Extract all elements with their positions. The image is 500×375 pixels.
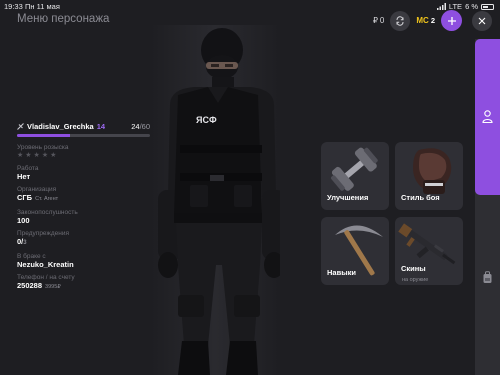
backpack-icon [483, 271, 492, 283]
job-label: Работа [17, 165, 39, 172]
close-icon [478, 17, 486, 25]
add-currency-button[interactable] [441, 10, 462, 31]
job-value: Нет [17, 172, 31, 181]
phone-value: 250288 3995₽ [17, 281, 150, 292]
organization-value: СГБ Ст. Агент [17, 193, 150, 204]
married-label: В браке с [17, 253, 46, 260]
battery-icon [481, 3, 494, 10]
mc-balance: MC 2 [416, 16, 435, 25]
phone-label: Телефон / на счету [17, 274, 75, 281]
phone-number: 250288 [17, 281, 43, 290]
weapon-skins-title: Скины [401, 264, 426, 273]
organization-name: СГБ [17, 193, 33, 202]
page-title: Меню персонажа [17, 13, 110, 25]
weapon-skins-card[interactable]: Скины на оружие [395, 217, 463, 285]
refresh-icon [396, 15, 404, 26]
player-info-panel: Vladislav_Grechka 14 24/60 Уровень розыс… [17, 121, 150, 292]
fight-style-card[interactable]: Стиль боя [395, 142, 463, 210]
close-button[interactable] [472, 11, 492, 31]
rubles-value: 0 [379, 16, 385, 25]
skills-title: Навыки [327, 268, 356, 277]
verified-icon [17, 122, 24, 130]
fight-style-title: Стиль боя [401, 193, 440, 202]
player-name: Vladislav_Grechka [27, 121, 94, 131]
law-abiding-label: Законопослушность [17, 209, 78, 216]
status-time: 19:33 [4, 2, 23, 11]
player-xp: 24/60 [131, 122, 150, 131]
player-header: Vladislav_Grechka 14 24/60 [17, 121, 150, 131]
exchange-button[interactable] [390, 10, 411, 31]
wanted-label: Уровень розыска [17, 144, 69, 151]
married-value: Nezuko_Kreatin [17, 260, 74, 269]
warnings-value: 0/3 [17, 237, 150, 248]
xp-current: 24 [131, 121, 140, 131]
skills-card[interactable]: Навыки [321, 217, 389, 285]
wanted-stars: ★★★★★ [17, 152, 59, 159]
plus-icon [447, 16, 456, 25]
ruble-icon: ₽ [372, 16, 378, 25]
currency-bar: ₽ 0 MC 2 [373, 10, 462, 31]
organization-rank: Ст. Агент [35, 196, 59, 202]
player-level: 14 [96, 121, 106, 131]
signal-icon [436, 3, 446, 10]
warnings-label: Предупреждения [17, 230, 69, 237]
xp-progress-bar [17, 134, 150, 137]
mc-value: 2 [430, 16, 435, 25]
law-abiding-value: 100 [17, 216, 30, 225]
mc-label: MC [416, 16, 429, 25]
xp-progress-fill [17, 134, 71, 137]
phone-balance: 3995₽ [45, 284, 61, 290]
person-icon [482, 110, 493, 123]
upgrades-title: Улучшения [327, 193, 369, 202]
rifle-icon [398, 223, 456, 265]
weapon-skins-subtitle: на оружие [402, 277, 429, 283]
battery-label: 6 % [465, 2, 478, 11]
warnings-max: 3 [23, 240, 27, 246]
status-date: Пн 11 мая [25, 2, 60, 11]
character-model: ЯСФ [150, 25, 280, 375]
rubles-balance: ₽ 0 [373, 16, 385, 25]
vest-text: ЯСФ [196, 115, 217, 125]
organization-label: Организация [17, 186, 57, 193]
upgrades-card[interactable]: Улучшения [321, 142, 389, 210]
xp-max: /60 [139, 121, 150, 131]
